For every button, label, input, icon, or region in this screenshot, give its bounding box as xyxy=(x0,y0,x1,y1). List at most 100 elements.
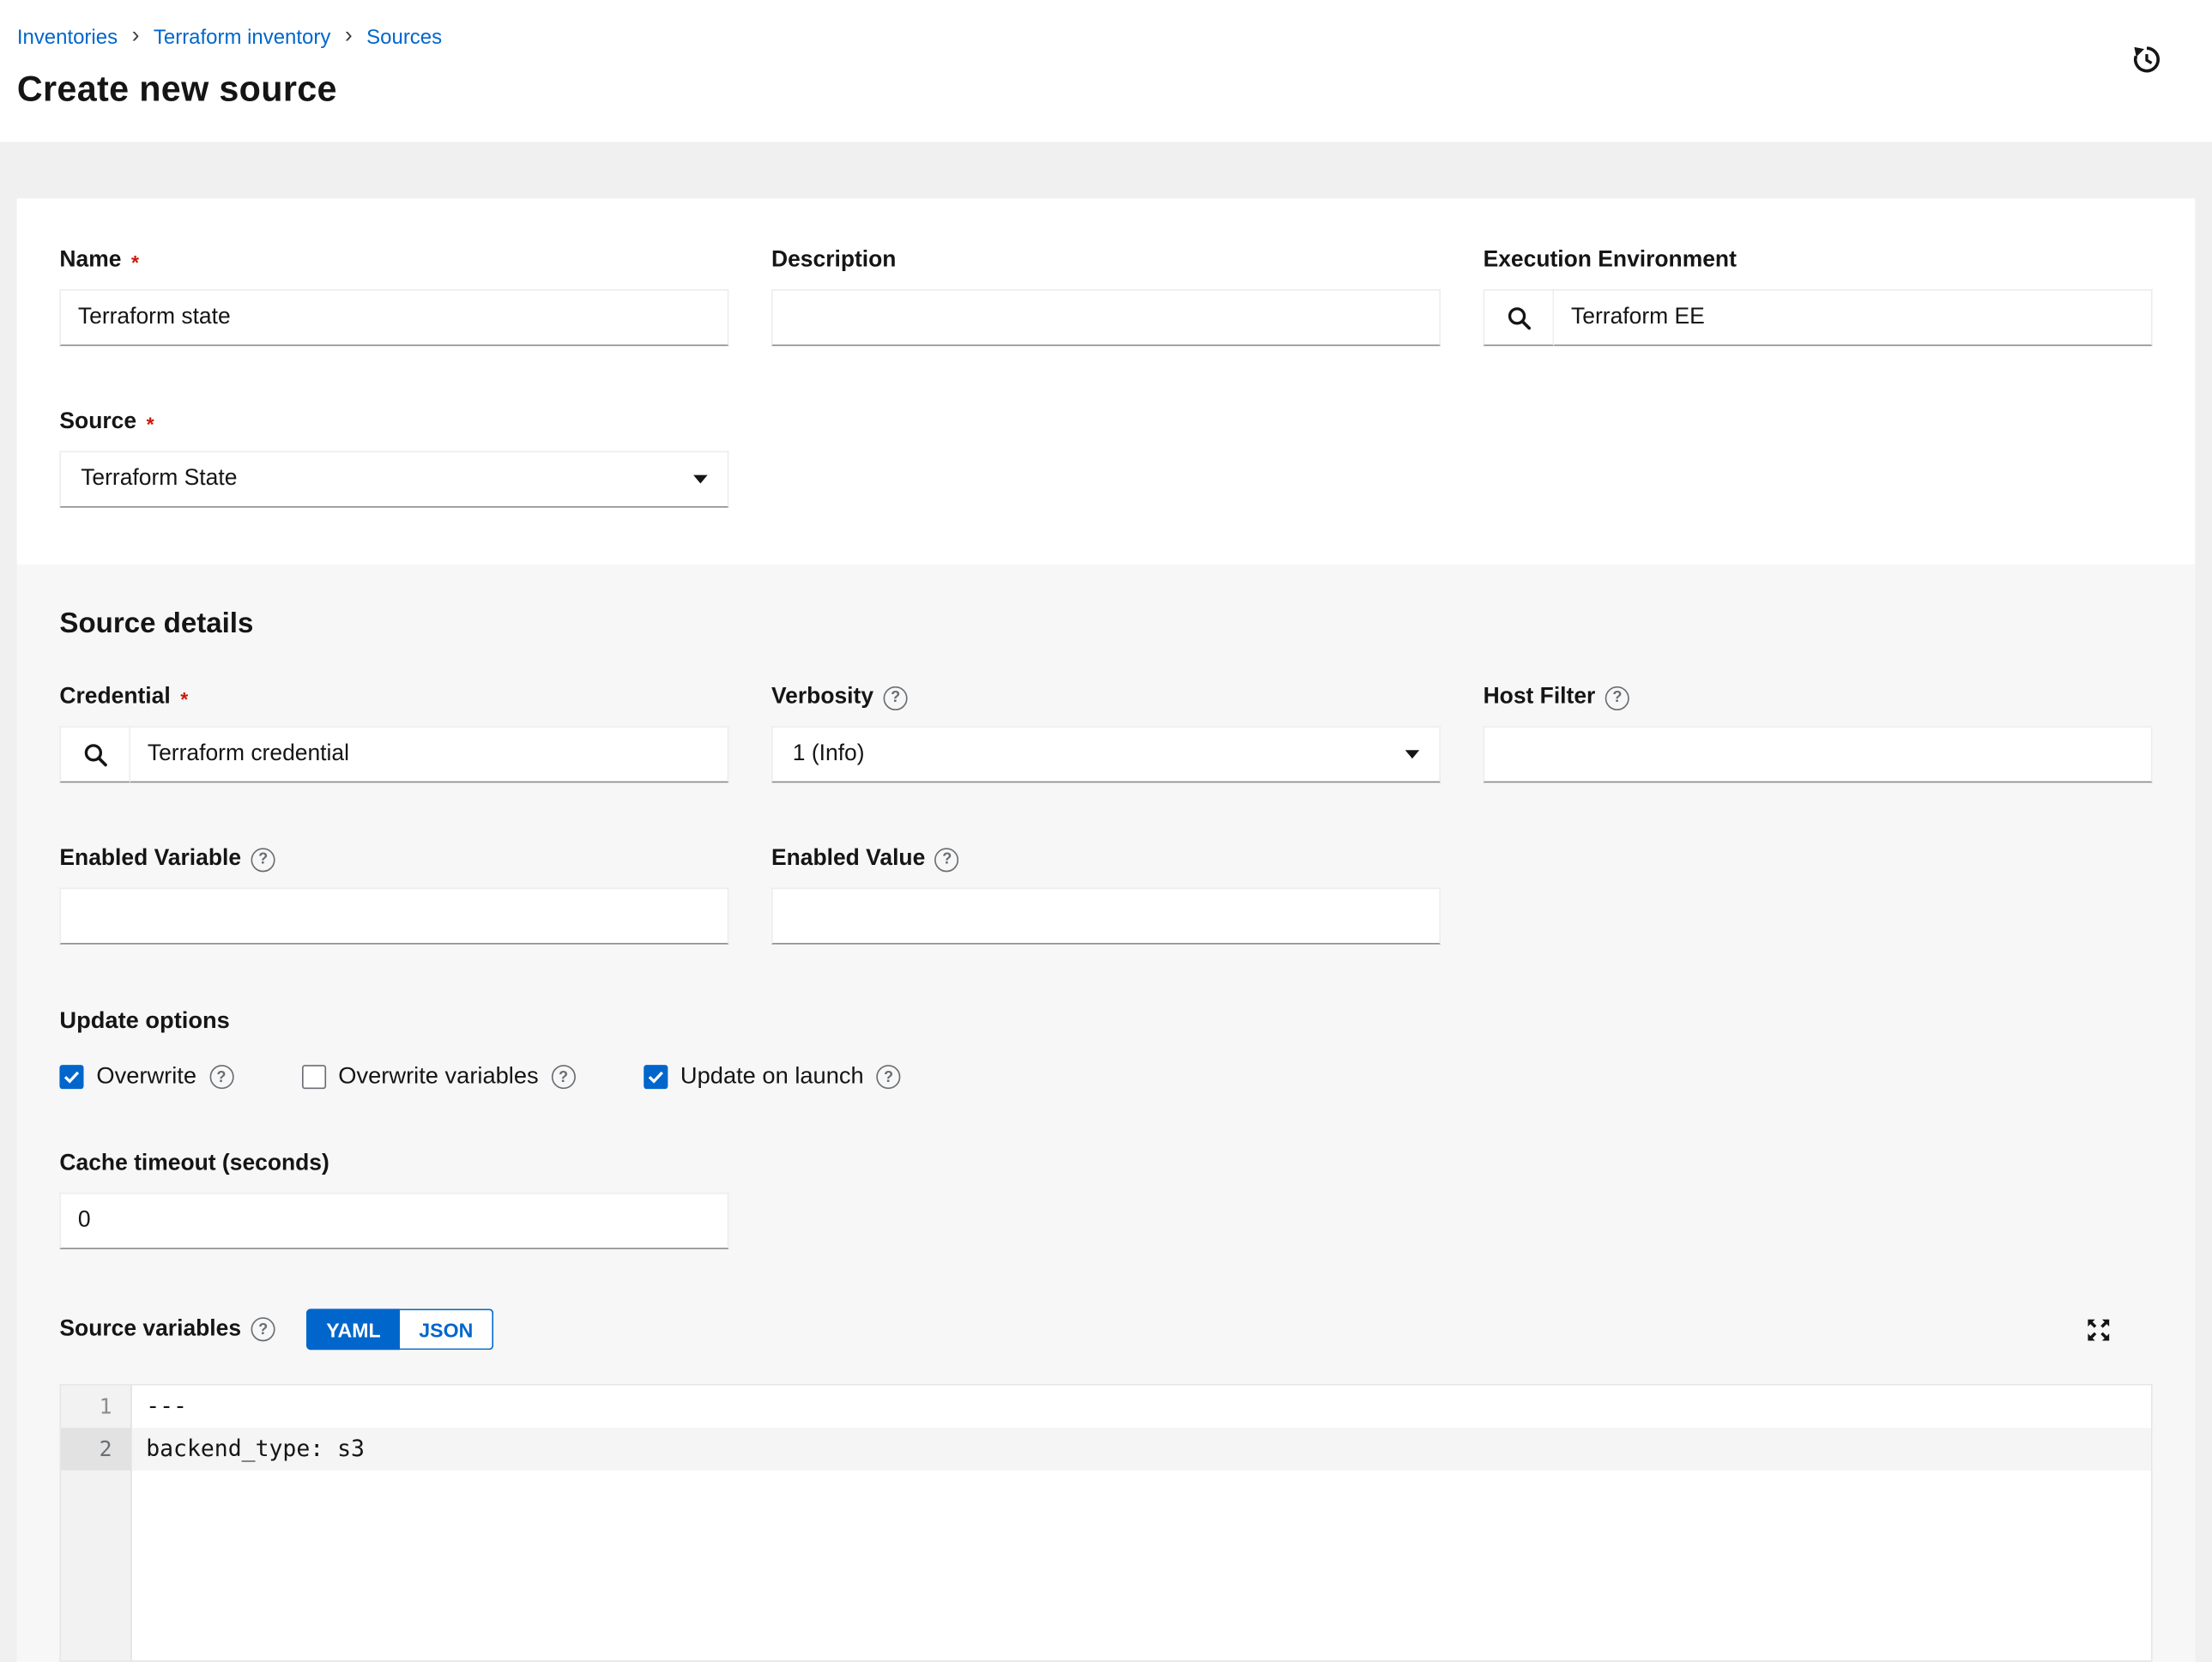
name-label-text: Name xyxy=(59,247,121,275)
overwrite-variables-checkbox-label: Overwrite variables xyxy=(338,1063,538,1090)
enabled-variable-label: Enabled Variable ? xyxy=(59,845,728,873)
host-filter-field: Host Filter ? xyxy=(1484,684,2153,783)
host-filter-label: Host Filter ? xyxy=(1484,684,2153,712)
code-line: --- xyxy=(132,1386,2151,1429)
help-icon[interactable]: ? xyxy=(251,1317,275,1341)
page-header: Inventories › Terraform inventory › Sour… xyxy=(0,0,2212,142)
enabled-value-input[interactable] xyxy=(771,888,1441,945)
credential-field: Credential * xyxy=(59,684,728,783)
name-input[interactable] xyxy=(59,289,728,346)
breadcrumb-link-sources[interactable]: Sources xyxy=(366,27,442,49)
verbosity-select[interactable]: 1 (Info) xyxy=(771,726,1441,783)
source-variables-header: Source variables ? YAML JSON xyxy=(59,1308,2152,1350)
name-label: Name * xyxy=(59,247,728,275)
source-variables-label-text: Source variables xyxy=(59,1315,241,1344)
update-options-heading: Update options xyxy=(59,1006,2152,1035)
editor-line-numbers: 1 2 xyxy=(61,1386,132,1661)
checkbox-box xyxy=(59,1065,83,1089)
source-label-text: Source xyxy=(59,408,136,437)
source-field: Source * Terraform State xyxy=(59,408,728,508)
code-line-active: backend_type: s3 xyxy=(132,1428,2151,1471)
breadcrumb-link-inventories[interactable]: Inventories xyxy=(17,27,118,49)
yaml-toggle-button[interactable]: YAML xyxy=(306,1308,401,1350)
json-toggle-button[interactable]: JSON xyxy=(401,1308,493,1350)
source-variables-editor[interactable]: 1 2 --- backend_type: s3 xyxy=(59,1384,2152,1662)
help-icon[interactable]: ? xyxy=(209,1065,233,1089)
enabled-value-label: Enabled Value ? xyxy=(771,845,1441,873)
line-number: 1 xyxy=(61,1386,130,1429)
overwrite-checkbox[interactable]: Overwrite ? xyxy=(59,1063,233,1090)
name-field: Name * xyxy=(59,247,728,347)
enabled-variable-input[interactable] xyxy=(59,888,728,945)
credential-search-button[interactable] xyxy=(59,726,130,783)
verbosity-label: Verbosity ? xyxy=(771,684,1441,712)
required-asterisk: * xyxy=(131,248,139,276)
help-icon[interactable]: ? xyxy=(251,847,275,871)
source-variables-label: Source variables ? xyxy=(59,1315,275,1344)
history-button[interactable] xyxy=(2130,43,2164,77)
update-options-row: Overwrite ? Overwrite variables ? xyxy=(59,1063,2152,1090)
cache-timeout-input[interactable] xyxy=(59,1193,728,1249)
verbosity-selected-value: 1 (Info) xyxy=(793,741,865,767)
enabled-variable-label-text: Enabled Variable xyxy=(59,845,241,873)
chevron-right-icon: › xyxy=(132,26,140,51)
overwrite-variables-checkbox[interactable]: Overwrite variables ? xyxy=(301,1063,575,1090)
required-asterisk: * xyxy=(180,685,188,713)
overwrite-checkbox-label: Overwrite xyxy=(96,1063,196,1090)
checkbox-box xyxy=(644,1065,668,1089)
host-filter-label-text: Host Filter xyxy=(1484,684,1596,712)
description-label: Description xyxy=(771,247,1441,275)
description-label-text: Description xyxy=(771,247,896,275)
required-asterisk: * xyxy=(147,410,154,438)
form-main-section: Name * Description Execution Envir xyxy=(17,198,2195,564)
enabled-variable-field: Enabled Variable ? xyxy=(59,845,728,945)
credential-label: Credential * xyxy=(59,684,728,712)
page-body: Name * Description Execution Envir xyxy=(0,142,2212,1658)
execution-environment-field: Execution Environment xyxy=(1484,247,2153,347)
format-toggle-group: YAML JSON xyxy=(306,1308,493,1350)
source-details-heading: Source details xyxy=(59,607,2152,641)
credential-label-text: Credential xyxy=(59,684,170,712)
description-input[interactable] xyxy=(771,289,1441,346)
history-icon xyxy=(2130,43,2164,77)
source-selected-value: Terraform State xyxy=(81,467,237,493)
expand-editor-button[interactable] xyxy=(2084,1315,2112,1344)
verbosity-label-text: Verbosity xyxy=(771,684,873,712)
cache-timeout-label: Cache timeout (seconds) xyxy=(59,1150,728,1178)
breadcrumb: Inventories › Terraform inventory › Sour… xyxy=(17,26,2212,51)
enabled-value-field: Enabled Value ? xyxy=(771,845,1441,945)
breadcrumb-link-terraform-inventory[interactable]: Terraform inventory xyxy=(154,27,330,49)
caret-down-icon xyxy=(693,475,708,484)
enabled-value-label-text: Enabled Value xyxy=(771,845,925,873)
cache-timeout-label-text: Cache timeout (seconds) xyxy=(59,1150,329,1178)
expand-arrows-icon xyxy=(2084,1315,2112,1344)
checkbox-box xyxy=(301,1065,325,1089)
execution-environment-label: Execution Environment xyxy=(1484,247,2153,275)
editor-code-area: --- backend_type: s3 xyxy=(132,1386,2151,1661)
page: Inventories › Terraform inventory › Sour… xyxy=(0,0,2212,1658)
page-title: Create new source xyxy=(17,70,2212,111)
credential-input[interactable] xyxy=(130,726,728,783)
host-filter-input[interactable] xyxy=(1484,726,2153,783)
description-field: Description xyxy=(771,247,1441,347)
help-icon[interactable]: ? xyxy=(935,847,959,871)
update-on-launch-checkbox-label: Update on launch xyxy=(680,1063,864,1090)
verbosity-field: Verbosity ? 1 (Info) xyxy=(771,684,1441,783)
chevron-right-icon: › xyxy=(345,26,353,51)
help-icon[interactable]: ? xyxy=(884,686,908,710)
execution-environment-search-button[interactable] xyxy=(1484,289,1555,346)
execution-environment-label-text: Execution Environment xyxy=(1484,247,1737,275)
help-icon[interactable]: ? xyxy=(1605,686,1629,710)
search-icon xyxy=(1505,304,1532,330)
source-select[interactable]: Terraform State xyxy=(59,451,728,508)
help-icon[interactable]: ? xyxy=(877,1065,901,1089)
update-on-launch-checkbox[interactable]: Update on launch ? xyxy=(644,1063,901,1090)
create-source-form-card: Name * Description Execution Envir xyxy=(17,198,2195,1661)
search-icon xyxy=(82,740,108,767)
cache-timeout-field: Cache timeout (seconds) xyxy=(59,1150,728,1249)
line-number-active: 2 xyxy=(61,1428,130,1471)
caret-down-icon xyxy=(1405,750,1420,758)
help-icon[interactable]: ? xyxy=(552,1065,576,1089)
execution-environment-input[interactable] xyxy=(1554,289,2152,346)
source-details-section: Source details Credential * xyxy=(17,565,2195,1662)
